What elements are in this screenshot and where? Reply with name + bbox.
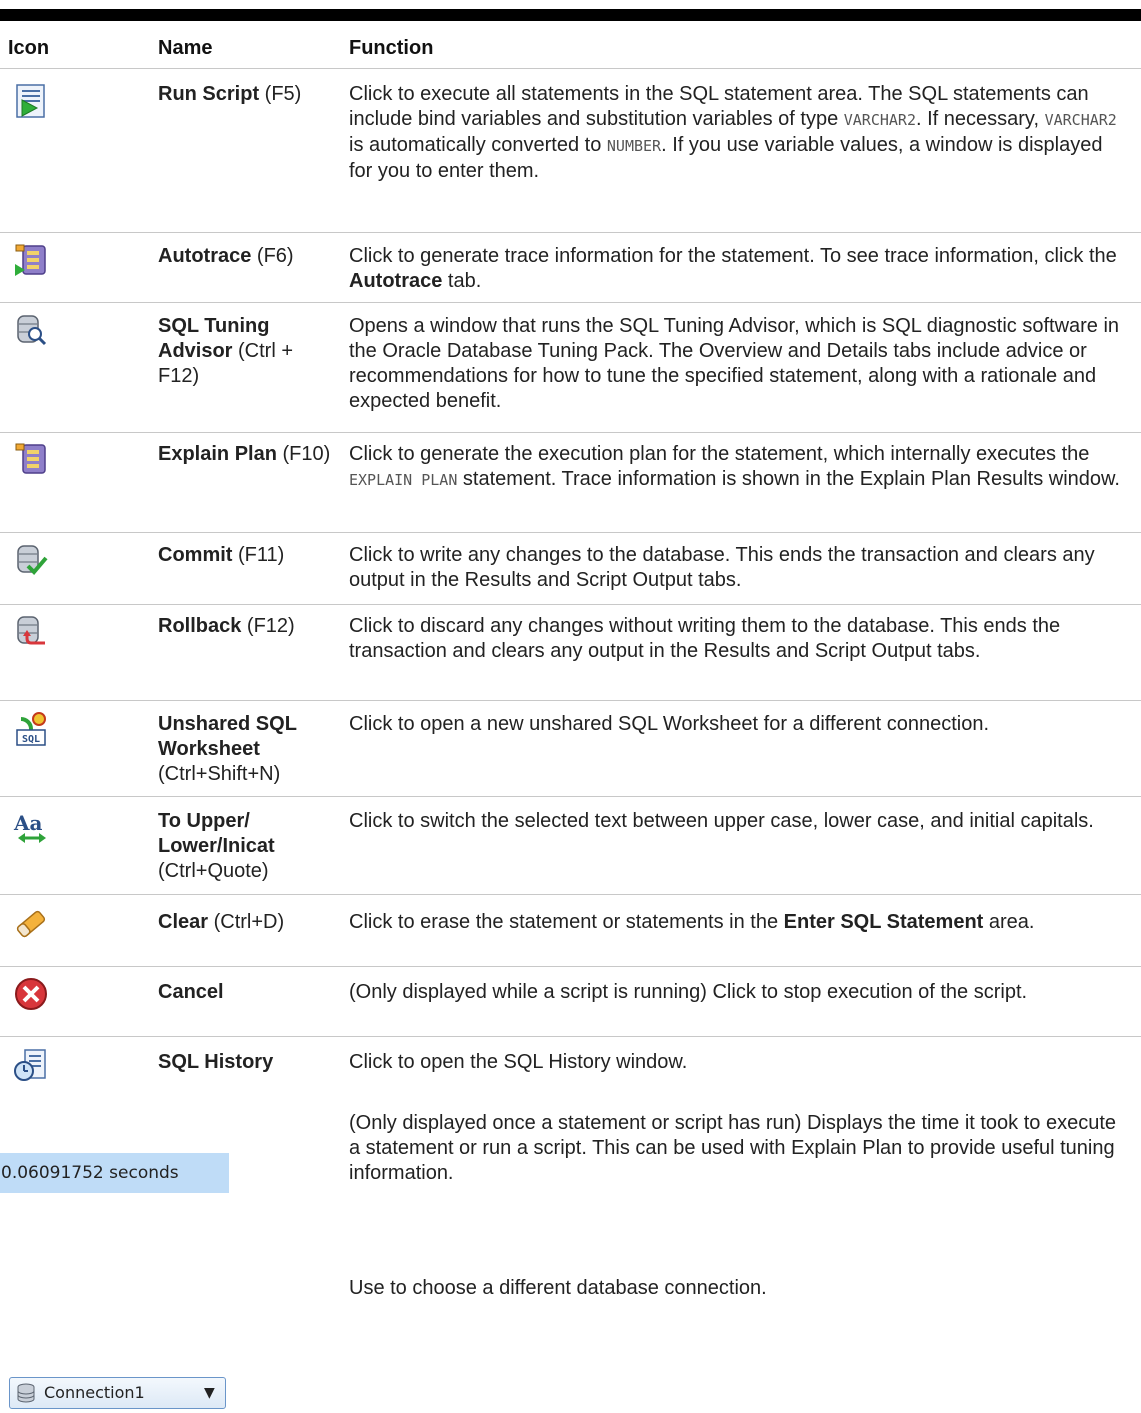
row-name-rollback: Rollback (F12) [158,615,295,637]
row-desc-explain-plan: Click to generate the execution plan for… [349,443,1120,490]
cancel-icon [13,976,49,1012]
row-divider [0,796,1141,797]
row-divider [0,432,1141,433]
sql-tuning-advisor-icon [13,312,49,348]
svg-text:Aa: Aa [13,811,43,835]
unshared-sql-worksheet-icon: SQL [13,711,49,747]
autotrace-icon [13,242,49,278]
row-name-sql-tuning-advisor: SQL Tuning Advisor (Ctrl + F12) [158,315,294,387]
execution-time-display: 0.06091752 seconds [0,1153,229,1193]
row-name-cancel: Cancel [158,981,224,1003]
column-header-function: Function [349,37,434,59]
row-divider [0,532,1141,533]
row-desc-sql-history: Click to open the SQL History window. [349,1051,688,1073]
row-desc-run-script: Click to execute all statements in the S… [349,83,1117,182]
svg-text:SQL: SQL [22,734,40,745]
row-divider [0,604,1141,605]
row-name-explain-plan: Explain Plan (F10) [158,443,331,465]
row-divider [0,232,1141,233]
row-divider [0,966,1141,967]
row-desc-unshared-sql-worksheet: Click to open a new unshared SQL Workshe… [349,713,989,735]
row-name-change-case: To Upper/ Lower/Inicat (Ctrl+Quote) [158,810,275,882]
row-desc-change-case: Click to switch the selected text betwee… [349,810,1094,832]
connection-label: Connection1 [44,1383,145,1402]
connection-dropdown[interactable]: Connection1 ▼ [9,1377,226,1409]
explain-plan-icon [13,441,49,477]
row-name-clear: Clear (Ctrl+D) [158,911,285,933]
row-desc-rollback: Click to discard any changes without wri… [349,615,1061,662]
row-divider [0,894,1141,895]
row-name-sql-history: SQL History [158,1051,274,1073]
header-divider [0,68,1141,69]
chevron-down-icon: ▼ [204,1385,215,1401]
eraser-icon [13,906,49,942]
row-desc-timer: (Only displayed once a statement or scri… [349,1112,1117,1184]
run-script-icon [13,83,49,119]
row-desc-cancel: (Only displayed while a script is runnin… [349,981,1028,1003]
database-icon [17,1383,35,1403]
row-name-commit: Commit (F11) [158,544,285,566]
sql-history-icon [13,1047,49,1083]
row-divider [0,1036,1141,1037]
row-desc-commit: Click to write any changes to the databa… [349,544,1095,591]
row-desc-autotrace: Click to generate trace information for … [349,245,1117,292]
commit-icon [13,542,49,578]
row-desc-connection: Use to choose a different database conne… [349,1277,767,1299]
column-header-icon: Icon [8,37,50,59]
top-rule [0,9,1141,21]
row-divider [0,302,1141,303]
row-divider [0,700,1141,701]
row-name-unshared-sql-worksheet: Unshared SQL Worksheet (Ctrl+Shift+N) [158,713,297,785]
row-name-autotrace: Autotrace (F6) [158,245,294,267]
column-header-name: Name [158,37,213,59]
row-desc-sql-tuning-advisor: Opens a window that runs the SQL Tuning … [349,315,1120,412]
row-desc-clear: Click to erase the statement or statemen… [349,911,1035,933]
row-name-run-script: Run Script (F5) [158,83,302,105]
rollback-icon [13,613,49,649]
change-case-icon: Aa [13,808,49,844]
